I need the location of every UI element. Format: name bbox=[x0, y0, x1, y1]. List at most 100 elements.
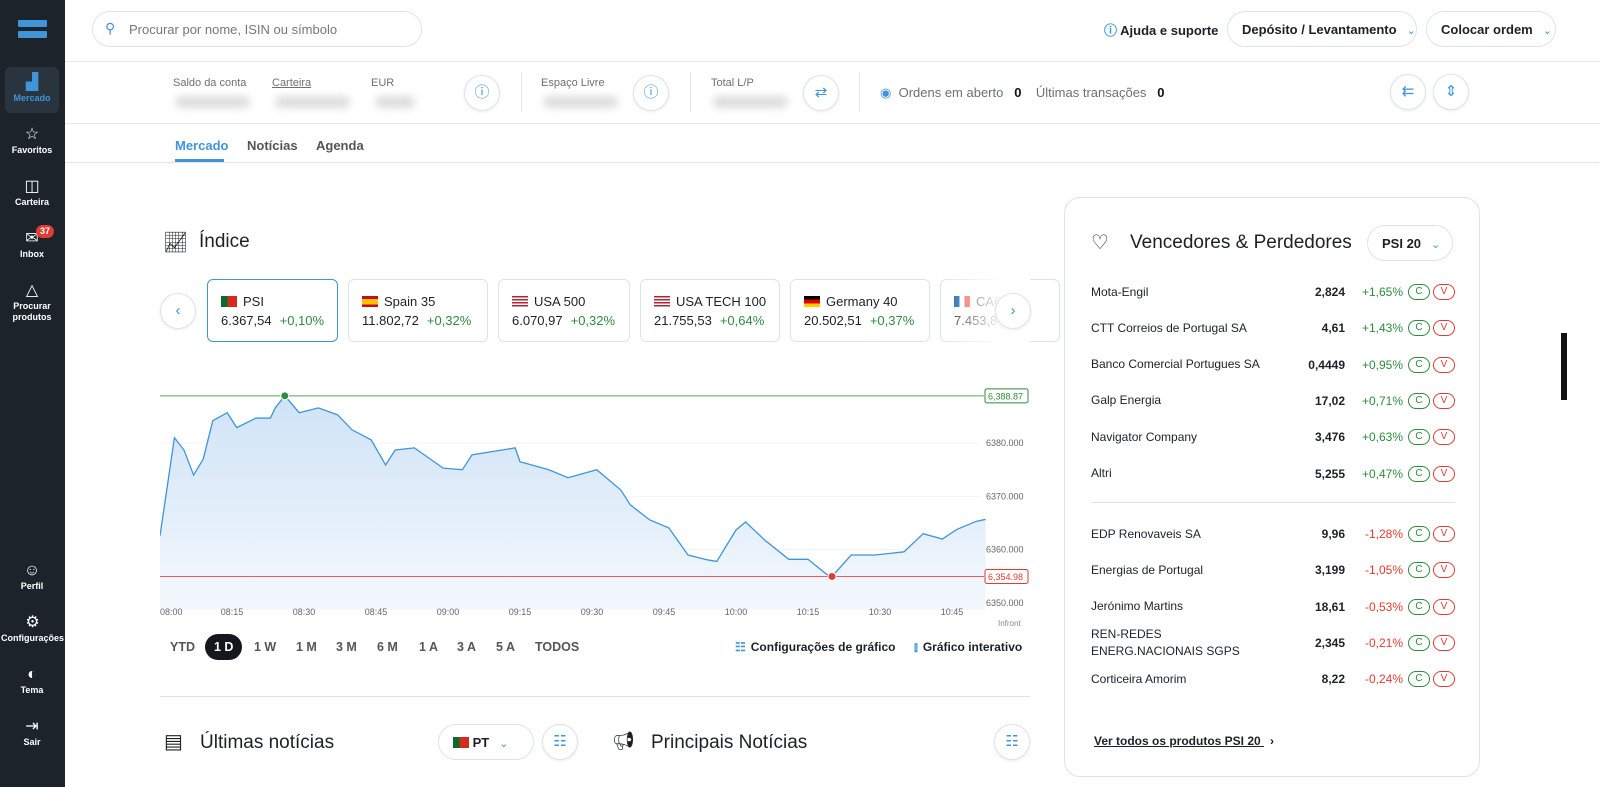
mover-row[interactable]: Energias de Portugal 3,199 -1,05% C V bbox=[1091, 555, 1455, 585]
range-button[interactable]: TODOS bbox=[535, 634, 579, 660]
index-card[interactable]: Germany 40 20.502,51 +0,37% bbox=[790, 279, 930, 342]
mover-row[interactable]: EDP Renovaveis SA 9,96 -1,28% C V bbox=[1091, 519, 1455, 549]
top-news-title: Principais Notícias bbox=[651, 732, 808, 753]
index-card[interactable]: PSI 6.367,54 +0,10% bbox=[207, 279, 338, 342]
mover-row[interactable]: Corticeira Amorim 8,22 -0,24% C V bbox=[1091, 664, 1455, 694]
tab-noticias[interactable]: Notícias bbox=[247, 138, 298, 153]
low-label: 6,354.98 bbox=[988, 572, 1023, 582]
sidebar-item-carteira[interactable]: ◫ Carteira bbox=[5, 171, 59, 217]
buy-button[interactable]: C bbox=[1408, 598, 1430, 615]
place-order-button[interactable]: Colocar ordem ⌄ bbox=[1426, 11, 1556, 47]
range-button[interactable]: YTD bbox=[170, 634, 195, 660]
sell-button[interactable]: V bbox=[1433, 284, 1455, 300]
open-orders-count: 0 bbox=[1014, 85, 1022, 100]
buy-button[interactable]: C bbox=[1408, 526, 1430, 542]
stock-change: -1,05% bbox=[1364, 563, 1403, 578]
buy-button[interactable]: C bbox=[1408, 320, 1430, 337]
chart-settings-label: Configurações de gráfico bbox=[750, 640, 896, 654]
top-news-filter-button[interactable]: ☷ bbox=[994, 724, 1030, 760]
source-label: Infront bbox=[998, 619, 1021, 628]
range-button[interactable]: 6 M bbox=[377, 634, 398, 660]
range-button[interactable]: 1 D bbox=[205, 634, 243, 660]
sell-button[interactable]: V bbox=[1433, 429, 1455, 446]
buy-button[interactable]: C bbox=[1408, 284, 1430, 300]
range-button[interactable]: 5 A bbox=[496, 634, 515, 660]
y-tick-label: 6380.000 bbox=[986, 438, 1024, 448]
info-button[interactable]: ⓘ bbox=[633, 75, 669, 111]
mover-row[interactable]: Altri 5,255 +0,47% C V bbox=[1091, 459, 1455, 489]
sidebar-item-sair[interactable]: ⇥ Sair bbox=[5, 711, 59, 757]
sidebar-item-tema[interactable]: ◐ Tema bbox=[5, 659, 59, 705]
deposit-button[interactable]: Depósito / Levantamento ⌄ bbox=[1227, 11, 1417, 47]
label: Configurações bbox=[0, 633, 64, 643]
sell-button[interactable]: V bbox=[1433, 598, 1455, 615]
help-link[interactable]: ⓘ Ajuda e suporte bbox=[1104, 20, 1218, 39]
mover-row[interactable]: Mota-Engil 2,824 +1,65% C V bbox=[1091, 277, 1455, 307]
index-card[interactable]: Spain 35 11.802,72 +0,32% bbox=[348, 279, 488, 342]
news-filter-button[interactable]: ☷ bbox=[542, 724, 578, 760]
sidebar-item-procurar-produtos[interactable]: △ Procurar produtos bbox=[5, 275, 59, 331]
range-button[interactable]: 1 A bbox=[419, 634, 438, 660]
interactive-chart-button[interactable]: ⫾ Gráfico interativo bbox=[914, 640, 1022, 655]
sell-button[interactable]: V bbox=[1433, 634, 1455, 651]
index-line-chart[interactable]: 6350.000 6360.000 6370.000 6380.000 6,388.87… bbox=[160, 380, 1030, 630]
orders-summary[interactable]: ◉ Ordens em aberto 0 Últimas transações … bbox=[880, 85, 1165, 101]
sidebar-item-mercado[interactable]: ▟ Mercado bbox=[5, 67, 59, 113]
news-language-select[interactable]: PT ⌄ bbox=[438, 724, 534, 760]
sidebar-item-inbox[interactable]: ✉ 37 Inbox bbox=[5, 223, 59, 269]
buy-button[interactable]: C bbox=[1408, 356, 1430, 373]
index-card[interactable]: USA TECH 100 21.755,53 +0,64% bbox=[640, 279, 780, 342]
info-button[interactable]: ⓘ bbox=[464, 75, 500, 111]
range-button[interactable]: 3 M bbox=[336, 634, 357, 660]
sell-button[interactable]: V bbox=[1433, 392, 1455, 409]
portfolio-link[interactable]: Carteira bbox=[272, 77, 311, 89]
swap-button[interactable]: ⇄ bbox=[803, 75, 839, 111]
index-card[interactable]: USA 500 6.070,97 +0,32% bbox=[498, 279, 630, 342]
see-all-link[interactable]: Ver todos os produtos PSI 20 › bbox=[1094, 734, 1274, 748]
sell-button[interactable]: V bbox=[1433, 671, 1455, 688]
search-input[interactable]: ⚲ Procurar por nome, ISIN ou símbolo bbox=[92, 11, 422, 47]
sell-button[interactable]: V bbox=[1433, 356, 1455, 373]
buy-button[interactable]: C bbox=[1408, 634, 1430, 651]
buy-button[interactable]: C bbox=[1408, 465, 1430, 482]
search-icon: ⚲ bbox=[105, 20, 116, 36]
scrollbar-thumb[interactable] bbox=[1561, 333, 1567, 400]
stock-name: Navigator Company bbox=[1091, 429, 1198, 444]
menu-icon[interactable] bbox=[18, 20, 47, 40]
buy-button[interactable]: C bbox=[1408, 671, 1430, 688]
range-button[interactable]: 1 M bbox=[296, 634, 317, 660]
sell-button[interactable]: V bbox=[1433, 526, 1455, 542]
expand-collapse-button[interactable]: ⇕ bbox=[1433, 74, 1469, 110]
stock-price: 0,4449 bbox=[1308, 357, 1345, 372]
tab-agenda[interactable]: Agenda bbox=[316, 138, 364, 153]
buy-button[interactable]: C bbox=[1408, 392, 1430, 409]
mover-row[interactable]: Galp Energia 17,02 +0,71% C V bbox=[1091, 386, 1455, 416]
index-select[interactable]: PSI 20 ⌄ bbox=[1367, 225, 1453, 261]
mover-row[interactable]: CTT Correios de Portugal SA 4,61 +1,43% C V bbox=[1091, 313, 1455, 343]
index-change: +0,37% bbox=[869, 313, 915, 328]
mover-row[interactable]: REN-REDES ENERG.NACIONAIS SGPS 2,345 -0,21… bbox=[1091, 627, 1455, 658]
buy-button[interactable]: C bbox=[1408, 562, 1430, 579]
sidebar-item-perfil[interactable]: ☺ Perfil bbox=[5, 555, 59, 601]
carousel-prev-button[interactable]: ‹ bbox=[160, 293, 196, 329]
stock-price: 17,02 bbox=[1314, 393, 1345, 408]
buy-button[interactable]: C bbox=[1408, 429, 1430, 446]
sell-button[interactable]: V bbox=[1433, 562, 1455, 579]
sidebar-item-favoritos[interactable]: ☆ Favoritos bbox=[5, 119, 59, 165]
chart-settings-button[interactable]: ☷ Configurações de gráfico bbox=[735, 640, 895, 654]
tab-mercado[interactable]: Mercado bbox=[175, 138, 228, 153]
star-icon: ☆ bbox=[24, 126, 40, 143]
sell-button[interactable]: V bbox=[1433, 465, 1455, 482]
mover-row[interactable]: Navigator Company 3,476 +0,63% C V bbox=[1091, 422, 1455, 452]
stock-price: 3,476 bbox=[1314, 430, 1345, 445]
range-button[interactable]: 3 A bbox=[457, 634, 476, 660]
feed-toggle-button[interactable]: ⇇ bbox=[1390, 74, 1426, 110]
stock-name: EDP Renovaveis SA bbox=[1091, 526, 1201, 541]
range-button[interactable]: 1 W bbox=[254, 634, 276, 660]
mover-row[interactable]: Jerónimo Martins 18,61 -0,53% C V bbox=[1091, 592, 1455, 622]
sell-button[interactable]: V bbox=[1433, 320, 1455, 337]
divider bbox=[160, 696, 1030, 697]
carousel-next-button[interactable]: › bbox=[995, 293, 1031, 329]
sidebar-item-configuracoes[interactable]: ⚙ Configurações bbox=[0, 607, 65, 653]
mover-row[interactable]: Banco Comercial Portugues SA 0,4449 +0,95%… bbox=[1091, 350, 1455, 380]
